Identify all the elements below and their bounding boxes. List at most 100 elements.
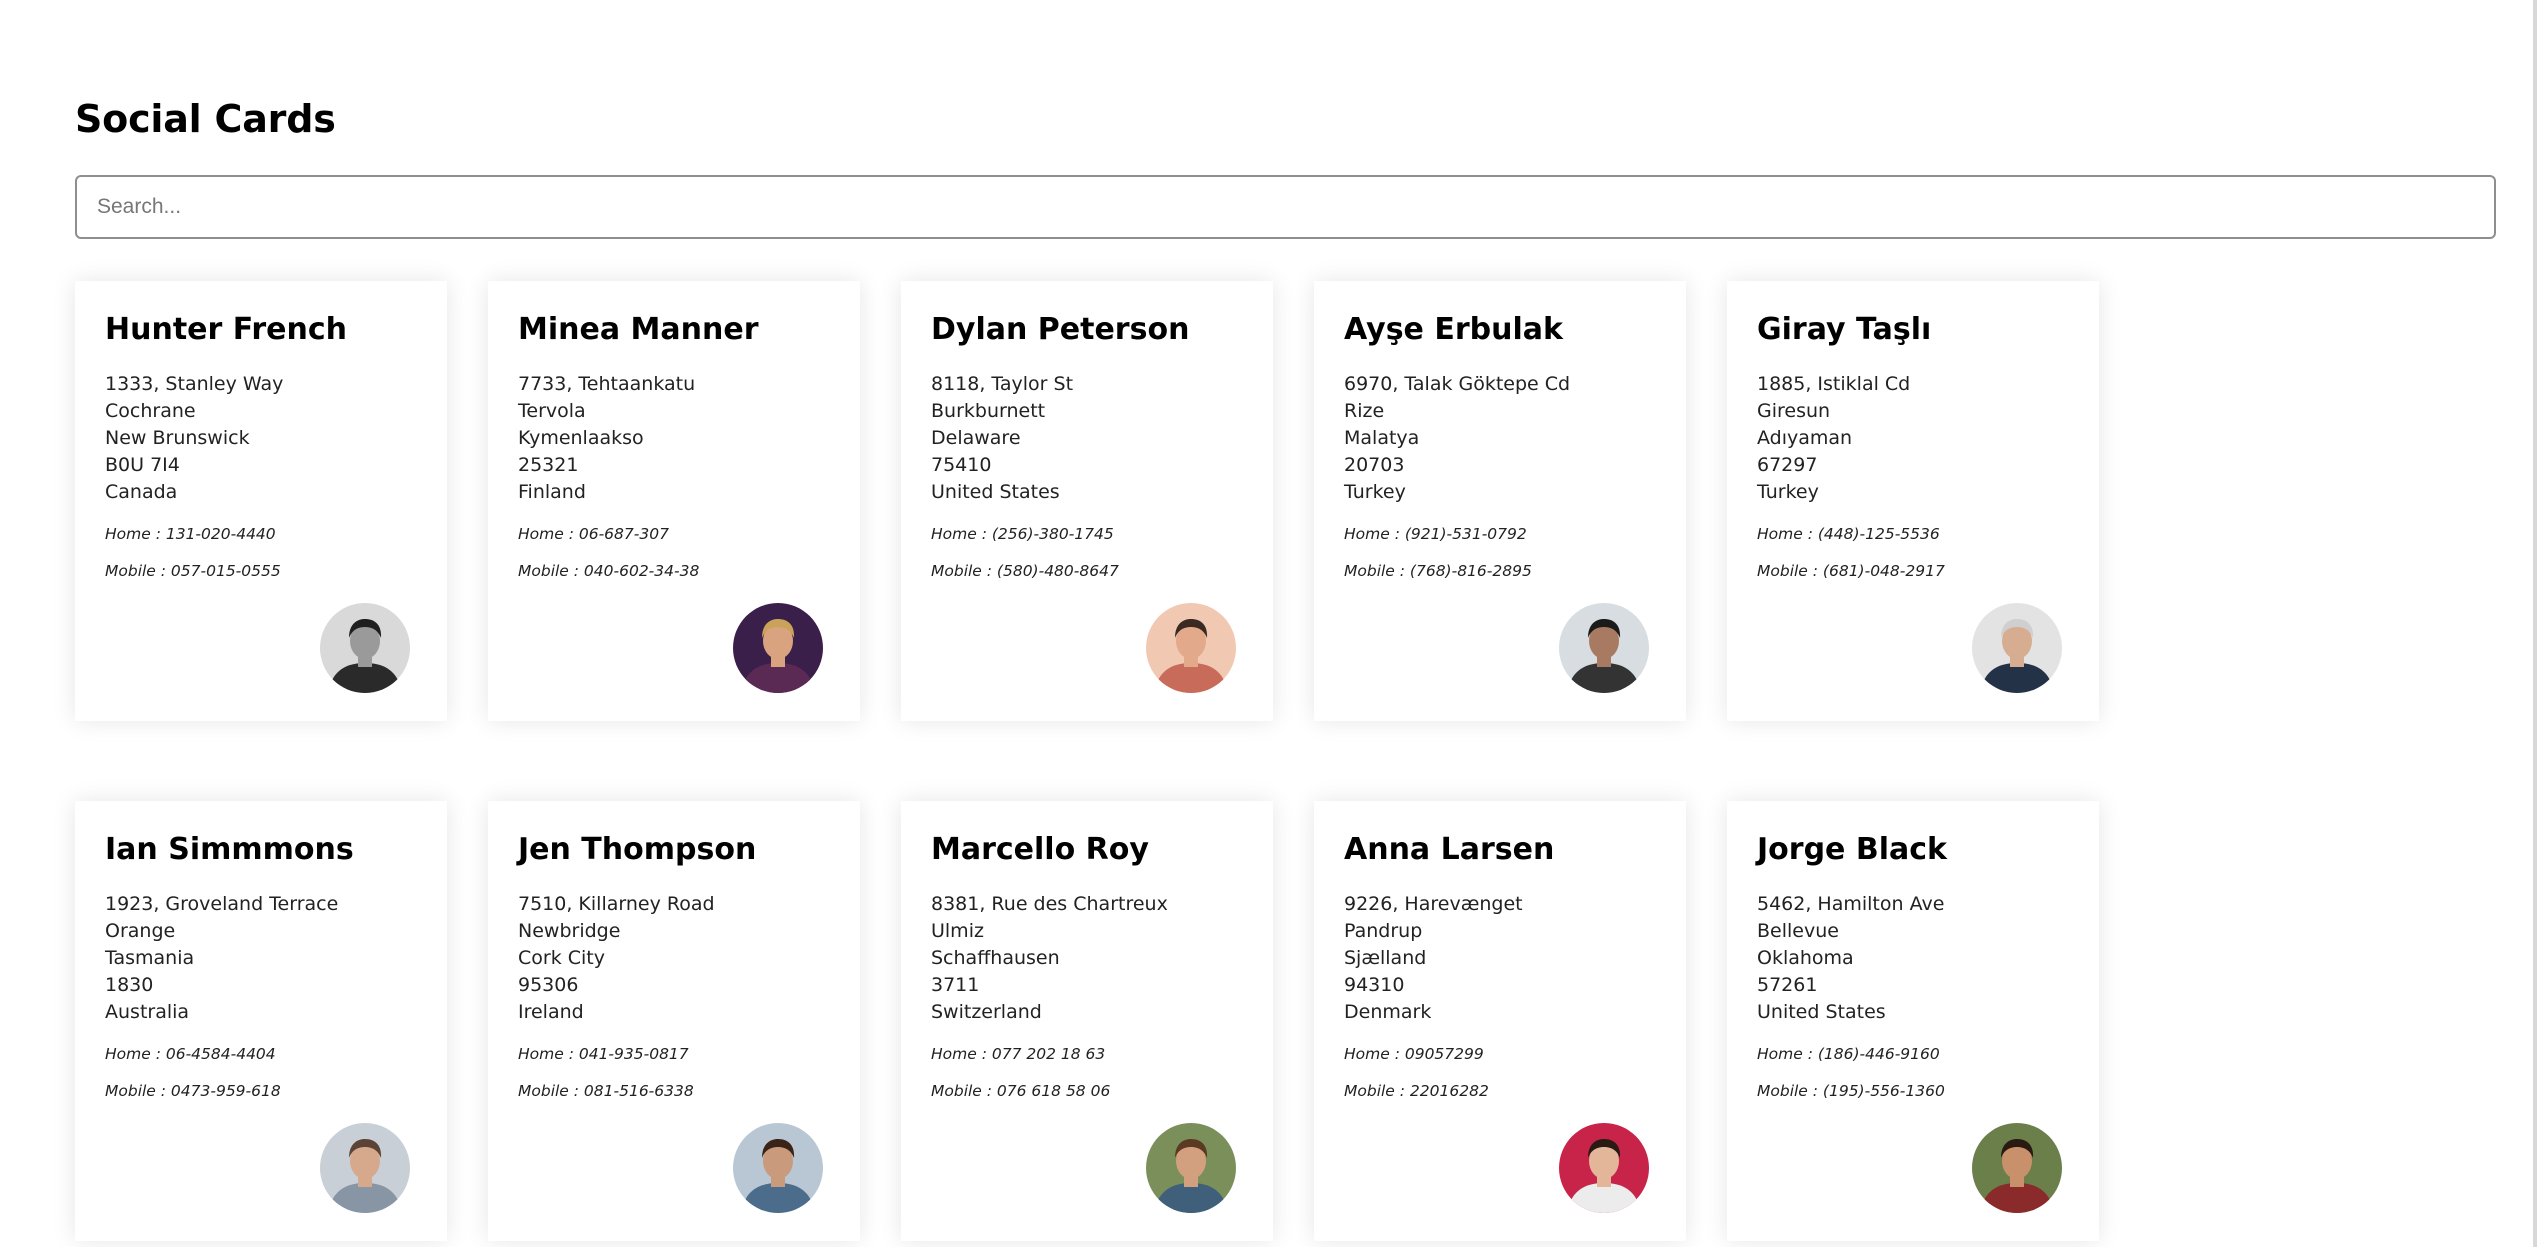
card-name: Dylan Peterson <box>931 312 1190 347</box>
address-city: Pandrup <box>1344 920 1423 942</box>
address-state: Malatya <box>1344 427 1420 449</box>
social-card[interactable]: Anna Larsen 9226, Harevænget Pandrup Sjæ… <box>1314 801 1686 1241</box>
social-card[interactable]: Dylan Peterson 8118, Taylor St Burkburne… <box>901 281 1273 721</box>
address-state: New Brunswick <box>105 427 250 449</box>
card-address: 9226, Harevænget Pandrup Sjælland 94310 … <box>1344 891 1656 1026</box>
avatar <box>1559 1123 1649 1213</box>
address-postcode: 3711 <box>931 974 980 996</box>
home-phone: Home : (186)-446-9160 <box>1757 1045 1940 1063</box>
vertical-scrollbar[interactable] <box>2533 0 2537 1247</box>
avatar <box>733 1123 823 1213</box>
card-address: 6970, Talak Göktepe Cd Rize Malatya 2070… <box>1344 371 1656 506</box>
mobile-phone: Mobile : (768)-816-2895 <box>1344 562 1532 580</box>
address-state: Cork City <box>518 947 605 969</box>
page-title: Social Cards <box>75 97 336 141</box>
address-postcode: B0U 7I4 <box>105 454 180 476</box>
avatar <box>1559 603 1649 693</box>
home-phone: Home : (256)-380-1745 <box>931 525 1114 543</box>
address-street: 1923, Groveland Terrace <box>105 893 339 915</box>
search-input[interactable] <box>75 175 2496 239</box>
home-phone: Home : 077 202 18 63 <box>931 1045 1106 1063</box>
address-city: Burkburnett <box>931 400 1046 422</box>
address-street: 1333, Stanley Way <box>105 373 284 395</box>
card-name: Hunter French <box>105 312 347 347</box>
mobile-phone: Mobile : 057-015-0555 <box>105 562 281 580</box>
address-city: Bellevue <box>1757 920 1839 942</box>
card-name: Ian Simmmons <box>105 832 354 867</box>
home-phone: Home : 06-4584-4404 <box>105 1045 276 1063</box>
mobile-phone: Mobile : (681)-048-2917 <box>1757 562 1945 580</box>
address-state: Schaffhausen <box>931 947 1060 969</box>
address-city: Cochrane <box>105 400 196 422</box>
avatar <box>1146 603 1236 693</box>
address-city: Orange <box>105 920 176 942</box>
avatar-photo-icon <box>1146 1123 1236 1213</box>
avatar <box>1972 603 2062 693</box>
home-phone: Home : 131-020-4440 <box>105 525 276 543</box>
card-address: 7733, Tehtaankatu Tervola Kymenlaakso 25… <box>518 371 830 506</box>
address-state: Adıyaman <box>1757 427 1853 449</box>
social-card[interactable]: Jorge Black 5462, Hamilton Ave Bellevue … <box>1727 801 2099 1241</box>
address-postcode: 94310 <box>1344 974 1405 996</box>
address-state: Sjælland <box>1344 947 1427 969</box>
social-card[interactable]: Giray Taşlı 1885, Istiklal Cd Giresun Ad… <box>1727 281 2099 721</box>
home-phone: Home : 041-935-0817 <box>518 1045 689 1063</box>
avatar-photo-icon <box>320 603 410 693</box>
address-city: Rize <box>1344 400 1385 422</box>
address-country: Canada <box>105 481 178 503</box>
address-postcode: 1830 <box>105 974 154 996</box>
avatar-photo-icon <box>1972 603 2062 693</box>
address-city: Newbridge <box>518 920 621 942</box>
card-name: Anna Larsen <box>1344 832 1555 867</box>
card-name: Giray Taşlı <box>1757 312 1932 347</box>
address-country: Turkey <box>1757 481 1819 503</box>
cards-grid: Hunter French 1333, Stanley Way Cochrane… <box>75 281 2099 1241</box>
address-city: Tervola <box>518 400 586 422</box>
social-card[interactable]: Ian Simmmons 1923, Groveland Terrace Ora… <box>75 801 447 1241</box>
social-card[interactable]: Ayşe Erbulak 6970, Talak Göktepe Cd Rize… <box>1314 281 1686 721</box>
social-card[interactable]: Jen Thompson 7510, Killarney Road Newbri… <box>488 801 860 1241</box>
address-country: Turkey <box>1344 481 1406 503</box>
address-postcode: 57261 <box>1757 974 1818 996</box>
social-card[interactable]: Marcello Roy 8381, Rue des Chartreux Ulm… <box>901 801 1273 1241</box>
address-country: United States <box>931 481 1060 503</box>
address-postcode: 75410 <box>931 454 992 476</box>
address-city: Ulmiz <box>931 920 984 942</box>
address-street: 8381, Rue des Chartreux <box>931 893 1168 915</box>
address-country: Denmark <box>1344 1001 1432 1023</box>
card-address: 8381, Rue des Chartreux Ulmiz Schaffhaus… <box>931 891 1243 1026</box>
address-state: Tasmania <box>105 947 195 969</box>
card-address: 5462, Hamilton Ave Bellevue Oklahoma 572… <box>1757 891 2069 1026</box>
home-phone: Home : 06-687-307 <box>518 525 669 543</box>
avatar <box>320 603 410 693</box>
mobile-phone: Mobile : (195)-556-1360 <box>1757 1082 1945 1100</box>
social-card[interactable]: Hunter French 1333, Stanley Way Cochrane… <box>75 281 447 721</box>
avatar-photo-icon <box>320 1123 410 1213</box>
mobile-phone: Mobile : 081-516-6338 <box>518 1082 694 1100</box>
address-postcode: 20703 <box>1344 454 1405 476</box>
mobile-phone: Mobile : 076 618 58 06 <box>931 1082 1111 1100</box>
address-state: Kymenlaakso <box>518 427 644 449</box>
home-phone: Home : (921)-531-0792 <box>1344 525 1527 543</box>
address-city: Giresun <box>1757 400 1831 422</box>
address-state: Delaware <box>931 427 1021 449</box>
avatar-photo-icon <box>733 603 823 693</box>
address-street: 8118, Taylor St <box>931 373 1074 395</box>
social-card[interactable]: Minea Manner 7733, Tehtaankatu Tervola K… <box>488 281 860 721</box>
mobile-phone: Mobile : 22016282 <box>1344 1082 1489 1100</box>
address-street: 5462, Hamilton Ave <box>1757 893 1945 915</box>
mobile-phone: Mobile : 040-602-34-38 <box>518 562 700 580</box>
mobile-phone: Mobile : 0473-959-618 <box>105 1082 281 1100</box>
avatar <box>1146 1123 1236 1213</box>
address-state: Oklahoma <box>1757 947 1854 969</box>
address-postcode: 95306 <box>518 974 579 996</box>
address-country: Switzerland <box>931 1001 1042 1023</box>
avatar <box>320 1123 410 1213</box>
avatar-photo-icon <box>1559 1123 1649 1213</box>
card-address: 1333, Stanley Way Cochrane New Brunswick… <box>105 371 417 506</box>
address-country: United States <box>1757 1001 1886 1023</box>
address-country: Ireland <box>518 1001 584 1023</box>
address-postcode: 67297 <box>1757 454 1818 476</box>
card-address: 7510, Killarney Road Newbridge Cork City… <box>518 891 830 1026</box>
home-phone: Home : 09057299 <box>1344 1045 1484 1063</box>
